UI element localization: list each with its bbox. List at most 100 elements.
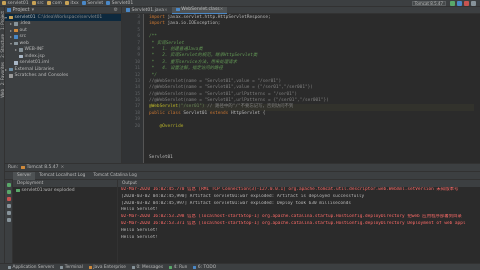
- tool-window-label: 4: Run: [173, 264, 188, 270]
- code-token: @Override: [149, 123, 184, 129]
- tool-window-bar: Application Servers Terminal Java Enterpri…: [0, 263, 480, 270]
- tool-window-tab[interactable]: 6: TODO: [193, 265, 216, 270]
- tree-item-label: index.jsp: [24, 53, 45, 59]
- folder-icon: [2, 1, 6, 5]
- output-line: Hello Servlet!: [121, 227, 159, 233]
- folder-icon: [46, 1, 51, 5]
- file-icon: [19, 54, 23, 58]
- project-panel-title[interactable]: Project: [13, 7, 30, 13]
- code-token: //@WebServlet(name = "Servlet01",urlPatt…: [149, 91, 298, 97]
- run-title: Run:: [8, 165, 19, 170]
- run-config-tab[interactable]: Tomcat 8.5.47: [27, 165, 59, 170]
- code-line[interactable]: @Override: [149, 124, 474, 130]
- breadcrumb-label: com: [52, 0, 62, 6]
- tree-item[interactable]: Scratches and Consoles: [5, 73, 121, 80]
- deployment-header: Deployment: [13, 180, 117, 187]
- run-subtab[interactable]: Server: [13, 171, 36, 180]
- folder-icon: [14, 22, 18, 26]
- breadcrumb-item[interactable]: src: [31, 0, 44, 6]
- tree-item-label: WEB-INF: [24, 47, 44, 53]
- code-token: /**: [149, 34, 157, 40]
- breadcrumb-label: src: [37, 0, 44, 6]
- run-toolbar: [5, 180, 13, 264]
- tree-item-label: out: [19, 27, 27, 33]
- code-token: extends: [209, 110, 231, 116]
- tool-window-tab[interactable]: Java Enterprise: [88, 265, 126, 270]
- code-token: * 2. 实现Servlet的规范，继承HttpServlet类: [149, 53, 258, 59]
- tool-window-icon: [131, 265, 135, 269]
- breadcrumb-item[interactable]: servlet01: [2, 1, 29, 6]
- breadcrumb-item[interactable]: itxx: [64, 1, 79, 6]
- code-token: //@WebServlet(name = "Servlet01",value =…: [149, 85, 313, 91]
- output-line: 02-Mar-2020 16:02:53.371 信息 [localhost-s…: [121, 220, 466, 226]
- editor-breadcrumb[interactable]: Servlet01: [149, 155, 173, 160]
- tool-window-label: 6: TODO: [197, 264, 217, 270]
- run-icon[interactable]: [450, 1, 455, 6]
- project-icon: [7, 8, 11, 12]
- breadcrumb-item[interactable]: com: [46, 0, 62, 6]
- tab-webservlet-class[interactable]: WebServlet.class ×: [171, 6, 228, 14]
- line-number-gutter: 3 4 5 6 7 8 9 10 11 12 13 14 15 16 17 18 19 20: [122, 14, 144, 163]
- tool-window-label: 0: Messages: [136, 264, 164, 270]
- code-area[interactable]: import javax.servlet.http.HttpServletRes…: [149, 15, 474, 130]
- breadcrumb-label: Servlet: [87, 0, 104, 6]
- tree-item-label: src: [19, 34, 27, 40]
- tool-window-tab[interactable]: 4: Run: [169, 265, 187, 270]
- code-token: // 路径中的"/"不要忘记写，否则访问不到: [204, 104, 294, 110]
- deploy-icon[interactable]: [6, 204, 11, 208]
- tool-window-tab[interactable]: Application Servers: [8, 265, 54, 270]
- output-line: [2020-03-02 04:02:45,997] Artifact servl…: [121, 200, 351, 206]
- deployment-item[interactable]: servlet01:war exploded: [13, 187, 117, 194]
- folder-icon: [14, 35, 18, 39]
- pin-icon[interactable]: [6, 218, 11, 222]
- code-token: @WebServlet: [149, 104, 179, 110]
- search-icon[interactable]: [471, 1, 476, 6]
- gear-icon[interactable]: ⚙: [114, 7, 118, 13]
- scratch-icon: [9, 74, 13, 78]
- close-icon[interactable]: ×: [61, 165, 65, 170]
- code-token: Servlet01: [183, 110, 210, 116]
- breadcrumb-item[interactable]: Servlet: [81, 0, 104, 6]
- tab-servlet01-java[interactable]: Servlet01.java ×: [122, 7, 172, 14]
- tool-window-tab[interactable]: 0: Messages: [131, 264, 164, 270]
- code-editor[interactable]: Servlet01.java × WebServlet.class × 34567…: [122, 6, 480, 163]
- output-header: Output: [118, 180, 480, 187]
- debug-icon[interactable]: [457, 1, 462, 6]
- code-token: */: [149, 72, 157, 78]
- chevron-down-icon[interactable]: ▾: [32, 7, 35, 13]
- tomcat-icon: [21, 165, 26, 170]
- run-configuration-select[interactable]: Tomcat 8.5.47: [411, 1, 446, 6]
- run-config-label: Tomcat 8.5.47: [414, 1, 443, 6]
- output-pane[interactable]: Output 02-Mar-2020 16:02:45.770 信息 [RMI …: [118, 180, 480, 264]
- tree-item-label: web: [19, 40, 29, 46]
- close-icon[interactable]: ×: [164, 8, 168, 13]
- run-panel: Run: Tomcat 8.5.47 × Server Tomcat Localh…: [5, 163, 480, 264]
- code-token: //@WebServlet(name = "Servlet01",urlPatt…: [149, 98, 329, 104]
- code-token: ("/ser01"): [178, 104, 205, 110]
- breadcrumb-item[interactable]: Servlet01: [106, 1, 133, 6]
- folder-icon: [14, 41, 18, 45]
- code-token: * 实现Servlet: [149, 40, 185, 46]
- rerun-icon[interactable]: [6, 183, 11, 187]
- code-token: public class: [149, 110, 184, 116]
- stop-icon[interactable]: [464, 1, 469, 6]
- run-subtabs: Server Tomcat Localhost Log Tomcat Catalin…: [5, 171, 480, 180]
- run-subtab[interactable]: Tomcat Catalina Log: [89, 172, 141, 180]
- breadcrumb: servlet01 src com itxx Servlet Servlet01: [0, 1, 136, 6]
- class-icon: [106, 1, 111, 5]
- tool-window-icon: [60, 265, 64, 269]
- run-subtab[interactable]: Tomcat Localhost Log: [35, 172, 89, 180]
- code-token: java.io.IOException;: [167, 21, 221, 27]
- close-icon[interactable]: ×: [220, 7, 224, 12]
- folder-icon: [64, 1, 69, 5]
- toolbar-right: Tomcat 8.5.47: [411, 0, 476, 7]
- update-icon[interactable]: [6, 190, 11, 194]
- stop-icon[interactable]: [6, 197, 11, 201]
- deployment-item-label: servlet01:war exploded: [21, 187, 75, 193]
- settings-icon[interactable]: [6, 211, 11, 215]
- tool-window-icon: [88, 265, 92, 269]
- output-line: 02-Mar-2020 16:02:45.770 信息 [RMI TCP Con…: [121, 187, 459, 192]
- tree-item-label: servlet01.iml: [19, 60, 49, 66]
- tool-window-tab[interactable]: Terminal: [60, 265, 83, 270]
- code-token: {: [260, 110, 266, 116]
